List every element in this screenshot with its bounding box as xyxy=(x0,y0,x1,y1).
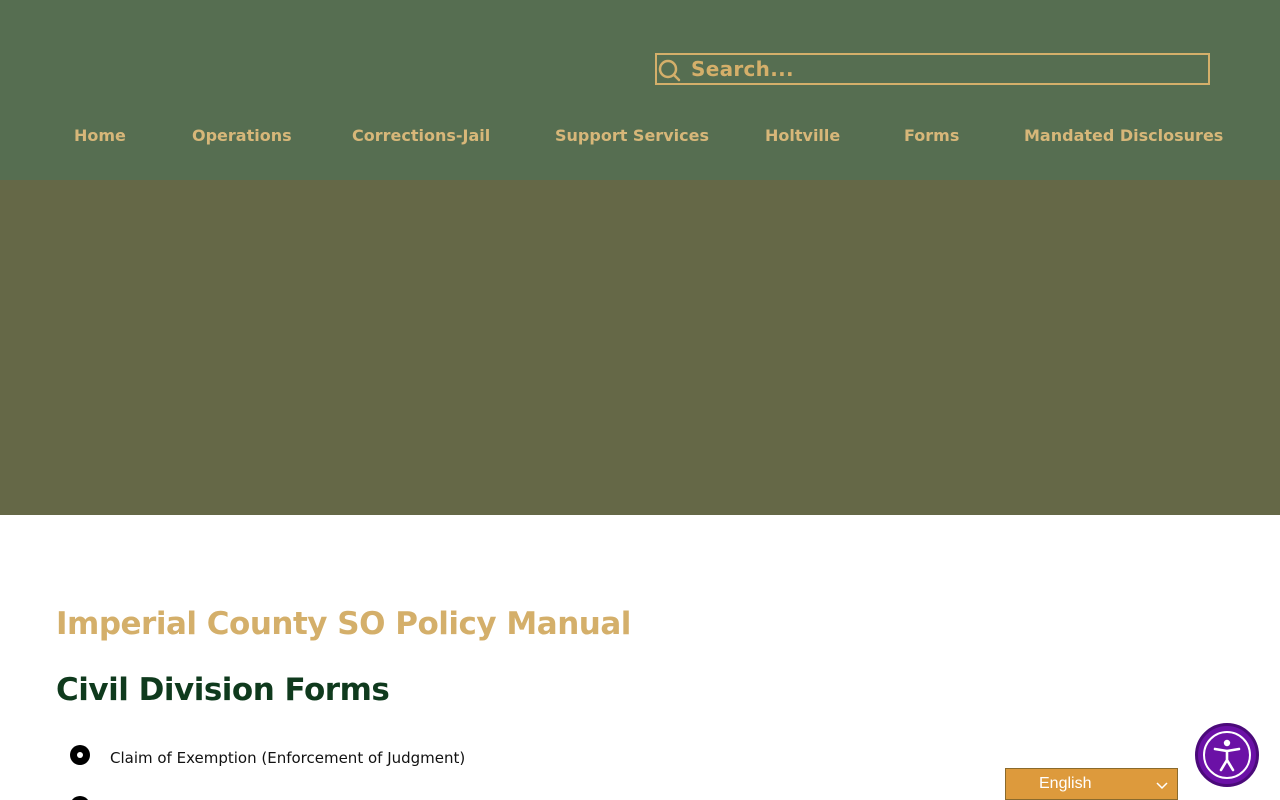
nav-item-mandated-disclosures[interactable]: Mandated Disclosures xyxy=(1024,125,1223,147)
nav-item-home[interactable]: Home xyxy=(74,125,126,147)
nav-item-corrections-jail[interactable]: Corrections-Jail xyxy=(352,125,490,147)
hero-banner xyxy=(0,180,1280,515)
search-input[interactable] xyxy=(691,56,1191,82)
site-header: Home Operations Corrections-Jail Support… xyxy=(0,0,1280,180)
language-select[interactable]: English xyxy=(1005,768,1178,800)
search-icon[interactable] xyxy=(657,58,683,82)
accessibility-button[interactable] xyxy=(1195,723,1259,787)
section-title: Civil Division Forms xyxy=(56,672,390,708)
language-selected-label: English xyxy=(1039,775,1092,792)
accessibility-ring xyxy=(1203,731,1251,779)
nav-item-support-services[interactable]: Support Services xyxy=(555,125,709,147)
nav-item-holtville[interactable]: Holtville xyxy=(765,125,840,147)
nav-item-forms[interactable]: Forms xyxy=(904,125,959,147)
list-bullet-icon xyxy=(70,796,90,800)
accessibility-icon xyxy=(1213,739,1241,772)
form-link-claim-of-exemption[interactable]: Claim of Exemption (Enforcement of Judgm… xyxy=(110,749,465,767)
search-box[interactable] xyxy=(655,53,1210,85)
manual-title: Imperial County SO Policy Manual xyxy=(56,606,631,642)
list-bullet-icon xyxy=(70,745,90,765)
chevron-down-icon xyxy=(1156,782,1168,790)
nav-item-operations[interactable]: Operations xyxy=(192,125,292,147)
